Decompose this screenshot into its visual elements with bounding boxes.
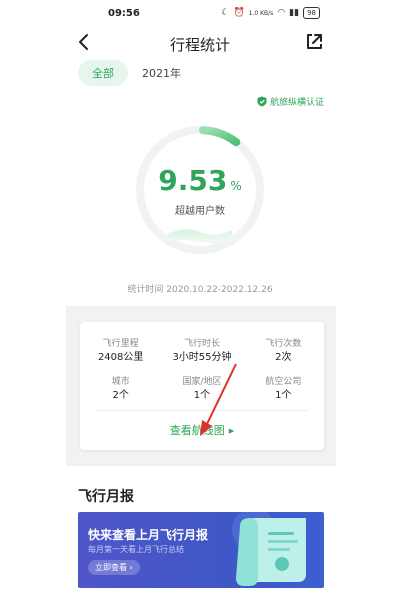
ranking-ring: 9.53% 超越用户数 — [132, 122, 268, 258]
stat-label: 飞行里程 — [102, 339, 139, 349]
status-bar: 09:56 ☾ ⏰ 1.0 KB/s ◠ ▮▮ 98 — [0, 0, 400, 28]
stat-label: 飞行时长 — [183, 339, 220, 349]
stat-value: 1个 — [275, 390, 292, 401]
report-scroll-illustration — [232, 512, 306, 586]
certification-badge: 航旅纵横认证 — [257, 95, 324, 108]
header: 行程统计 — [0, 28, 400, 58]
banner-title: 快来查看上月飞行月报 — [88, 528, 209, 542]
alarm-icon: ⏰ — [233, 8, 245, 18]
wifi-icon: ◠ — [277, 8, 286, 18]
annotation-arrow — [200, 363, 237, 436]
monthly-report-title: 飞行月报 — [78, 489, 134, 505]
stat-cities: 城市 2个 — [80, 376, 161, 402]
battery-indicator: 98 — [303, 7, 320, 19]
ranking-value: 9.53% — [132, 164, 268, 197]
certification-label: 航旅纵横认证 — [269, 98, 324, 108]
statistics-period: 统计时间 2020.10.22-2022.12.26 — [127, 285, 273, 295]
shield-check-icon — [257, 96, 267, 107]
stat-flight-count: 飞行次数 2次 — [243, 338, 324, 364]
stat-label: 城市 — [111, 377, 130, 387]
page-title: 行程统计 — [169, 36, 230, 54]
stat-label: 飞行次数 — [265, 339, 302, 349]
stat-flight-distance: 飞行里程 2408公里 — [80, 338, 161, 364]
view-now-label: 立即查看 — [95, 563, 127, 572]
filter-all-tab[interactable]: 全部 — [78, 60, 128, 86]
filter-year-tab[interactable]: 2021年 — [142, 65, 181, 81]
stat-value: 2408公里 — [97, 352, 144, 363]
banner-subtitle: 每月第一天看上月飞行总结 — [88, 545, 184, 554]
view-now-button[interactable]: 立即查看 › — [88, 560, 140, 575]
moon-icon: ☾ — [221, 8, 230, 18]
time-filter: 全部 2021年 — [78, 60, 181, 86]
status-time: 09:56 — [108, 8, 140, 19]
ranking-unit: % — [230, 179, 242, 193]
stat-airlines: 航空公司 1个 — [243, 376, 324, 402]
stat-label: 航空公司 — [265, 377, 302, 387]
status-icons: ☾ ⏰ 1.0 KB/s ◠ ▮▮ 98 — [221, 7, 320, 19]
network-speed: 1.0 KB/s — [248, 9, 274, 17]
share-button[interactable] — [302, 30, 326, 54]
ranking-label: 超越用户数 — [175, 206, 225, 217]
monthly-report-banner[interactable]: 快来查看上月飞行月报 每月第一天看上月飞行总结 立即查看 › — [78, 512, 324, 588]
ranking-percent: 9.53 — [158, 164, 228, 197]
share-icon — [307, 34, 322, 49]
stat-value: 2次 — [275, 352, 292, 363]
stat-value: 2个 — [112, 390, 129, 401]
signal-icon: ▮▮ — [289, 8, 300, 18]
